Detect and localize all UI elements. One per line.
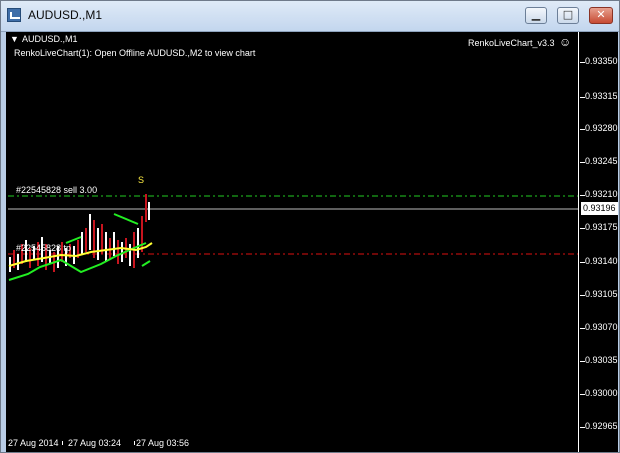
price-label: 0.93140 (585, 256, 618, 266)
price-label: 0.93000 (585, 388, 618, 398)
tp-order-label: #22545828 tp (16, 243, 72, 253)
window-title: AUDUSD.,M1 (28, 8, 103, 22)
chart-canvas (8, 194, 578, 281)
time-label-1: 27 Aug 2014 (8, 438, 59, 448)
price-label: 0.93035 (585, 355, 618, 365)
smiley-icon[interactable]: ☺ (559, 35, 571, 49)
price-label: 0.93280 (585, 123, 618, 133)
indicator-message: RenkoLiveChart(1): Open Offline AUDUSD.,… (14, 48, 256, 58)
time-tick (134, 441, 135, 445)
price-chart[interactable]: ▼ AUDUSD.,M1 RenkoLiveChart(1): Open Off… (6, 32, 578, 452)
title-bar[interactable]: AUDUSD.,M1 ▁ □ ✕ (1, 1, 619, 32)
price-label: 0.93350 (585, 56, 618, 66)
upper-band-2 (113, 213, 139, 225)
time-tick (62, 441, 63, 445)
price-axis[interactable]: 0.93350 0.93315 0.93280 0.93245 0.93210 … (578, 32, 618, 452)
price-label: 0.92965 (585, 421, 618, 431)
time-label-2: 27 Aug 03:24 (68, 438, 122, 448)
minimize-button[interactable]: ▁ (525, 7, 547, 24)
price-label: 0.93070 (585, 322, 618, 332)
close-button[interactable]: ✕ (589, 7, 613, 24)
chart-window: AUDUSD.,M1 ▁ □ ✕ ▼ AUDUSD.,M1 RenkoLiveC… (0, 0, 620, 453)
current-price-badge: 0.93196 (581, 202, 618, 215)
maximize-button[interactable]: □ (557, 7, 579, 24)
price-label: 0.93105 (585, 289, 618, 299)
chart-window-icon (7, 8, 21, 22)
sell-marker: S (138, 175, 145, 185)
chart-menu-arrow-icon[interactable]: ▼ (10, 34, 19, 44)
price-label: 0.93175 (585, 222, 618, 232)
upper-band-3 (141, 260, 151, 267)
price-label: 0.93210 (585, 189, 618, 199)
price-label: 0.93315 (585, 91, 618, 101)
price-label: 0.93245 (585, 156, 618, 166)
ea-name-label: RenkoLiveChart_v3.3 (468, 38, 555, 48)
sell-order-label: #22545828 sell 3.00 (16, 185, 98, 195)
symbol-label: AUDUSD.,M1 (22, 34, 78, 44)
time-label-3: 27 Aug 03:56 (136, 438, 190, 448)
